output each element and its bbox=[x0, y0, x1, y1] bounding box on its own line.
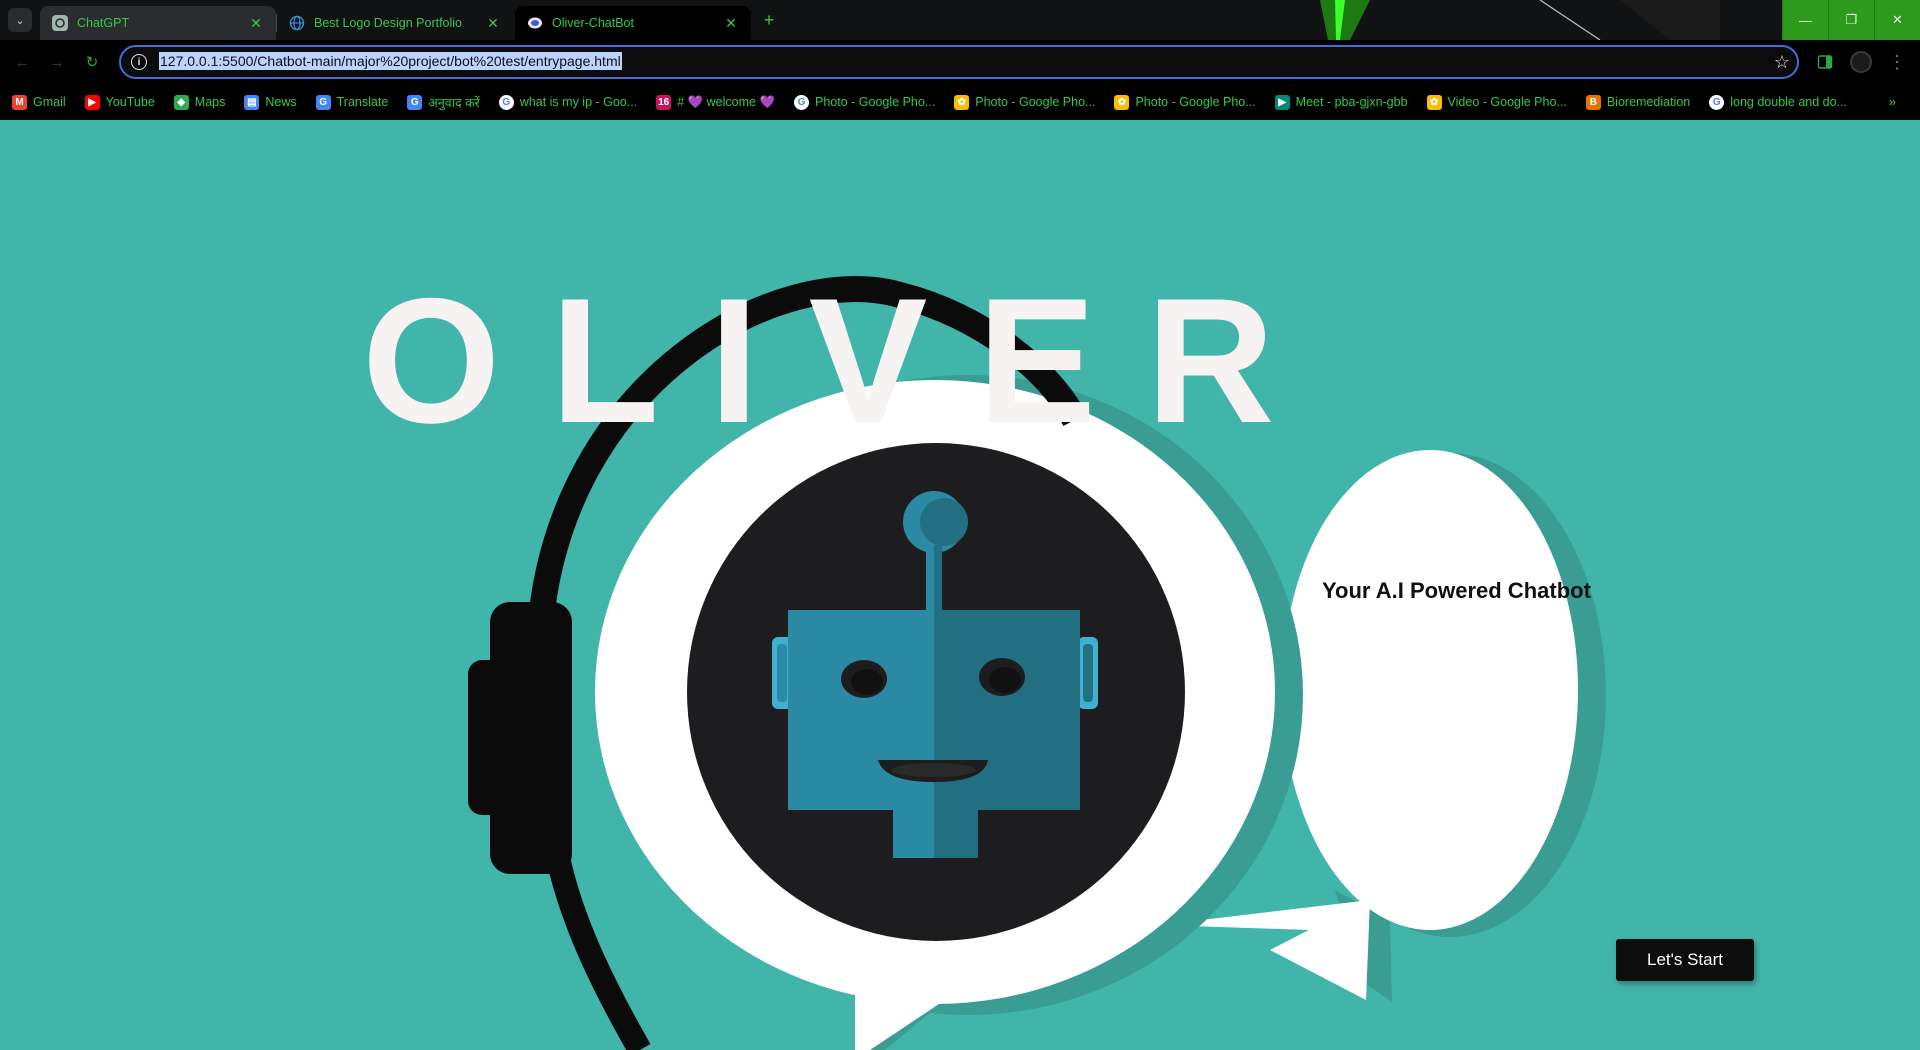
bookmark-item[interactable]: Gwhat is my ip - Goo... bbox=[498, 94, 638, 110]
new-tab-button[interactable]: + bbox=[757, 8, 781, 32]
forward-arrow-icon[interactable]: → bbox=[45, 50, 69, 74]
menu-icon[interactable]: ⋮ bbox=[1882, 48, 1912, 76]
profile-avatar[interactable] bbox=[1846, 48, 1876, 76]
translate-icon: G bbox=[407, 94, 423, 110]
google-icon: G bbox=[1709, 94, 1725, 110]
close-icon[interactable]: ✕ bbox=[483, 15, 503, 32]
browser-toolbar: ← → ↻ i 127.0.0.1:5500/Chatbot-main/majo… bbox=[0, 40, 1920, 84]
robot-icon bbox=[687, 443, 1185, 941]
url-container[interactable]: 127.0.0.1:5500/Chatbot-main/major%20proj… bbox=[147, 52, 1767, 71]
bookmark-item[interactable]: M Gmail bbox=[12, 94, 66, 110]
chatbot-entry-page: OLIVER Your A.I Powered Chatbot Let's St… bbox=[0, 120, 1920, 1050]
bookmark-item[interactable]: 16 # 💜 welcome 💜 bbox=[656, 94, 776, 110]
meet-icon: ▶ bbox=[1274, 94, 1290, 110]
google-icon: G bbox=[794, 94, 810, 110]
page-title: OLIVER bbox=[362, 261, 1325, 460]
reload-icon[interactable]: ↻ bbox=[80, 50, 104, 74]
tagline: Your A.I Powered Chatbot bbox=[1322, 578, 1591, 603]
bookmark-item[interactable]: ▶ Meet - pba-gjxn-gbb bbox=[1274, 94, 1408, 110]
bookmark-label: Translate bbox=[336, 95, 389, 109]
tab-oliver-chatbot[interactable]: Oliver-ChatBot ✕ bbox=[515, 6, 751, 40]
back-arrow-icon[interactable]: ← bbox=[10, 50, 34, 74]
bookmark-item[interactable]: ▤ News bbox=[244, 94, 297, 110]
restore-button[interactable]: ❐ bbox=[1828, 0, 1874, 40]
bookmark-icon: B bbox=[1585, 94, 1601, 110]
close-window-button[interactable]: ✕ bbox=[1874, 0, 1920, 40]
bookmark-label: Photo - Google Pho... bbox=[815, 95, 936, 109]
bookmark-label: Video - Google Pho... bbox=[1447, 95, 1567, 109]
google-photos-icon: ✿ bbox=[1114, 94, 1130, 110]
close-icon[interactable]: ✕ bbox=[721, 15, 741, 32]
bookmark-item[interactable]: G अनुवाद करें bbox=[407, 94, 480, 111]
tab-search-button[interactable]: ⌄ bbox=[8, 8, 32, 32]
tab-strip: ⌄ ChatGPT ✕ Best Logo Design Portfolio ✕… bbox=[0, 0, 1920, 40]
calendar-icon: 16 bbox=[656, 94, 672, 110]
maps-icon: ◆ bbox=[173, 94, 189, 110]
site-info-icon[interactable]: i bbox=[131, 54, 147, 70]
gmail-icon: M bbox=[12, 94, 27, 110]
address-bar[interactable]: i 127.0.0.1:5500/Chatbot-main/major%20pr… bbox=[119, 45, 1799, 79]
bookmark-label: अनुवाद करें bbox=[428, 95, 480, 110]
bookmark-label: News bbox=[265, 95, 297, 109]
google-photos-icon: ✿ bbox=[1426, 94, 1442, 110]
bookmark-item[interactable]: B Bioremediation bbox=[1585, 94, 1691, 110]
bookmark-label: what is my ip - Goo... bbox=[519, 95, 638, 109]
bookmark-label: Gmail bbox=[33, 95, 66, 109]
tab-title: Best Logo Design Portfolio bbox=[314, 16, 463, 30]
bookmark-label: Photo - Google Pho... bbox=[1135, 95, 1256, 109]
url-text[interactable]: 127.0.0.1:5500/Chatbot-main/major%20proj… bbox=[159, 52, 622, 70]
bookmarks-overflow-icon[interactable]: » bbox=[1889, 94, 1896, 109]
bookmark-item[interactable]: G Photo - Google Pho... bbox=[794, 94, 936, 110]
bookmark-label: Maps bbox=[194, 95, 226, 109]
window-controls: — ❐ ✕ bbox=[1782, 0, 1920, 40]
bookmark-item[interactable]: ✿ Video - Google Pho... bbox=[1426, 94, 1567, 110]
bookmark-label: YouTube bbox=[105, 95, 155, 109]
bookmarks-bar: M Gmail ▶ YouTube ◆ Maps ▤ News G Translate G अनुवा… bbox=[0, 84, 1920, 120]
side-panel-icon[interactable] bbox=[1810, 48, 1840, 76]
bookmark-item[interactable]: ✿ Photo - Google Pho... bbox=[954, 94, 1096, 110]
lets-start-button[interactable]: Let's Start bbox=[1616, 939, 1754, 981]
bookmark-label: Photo - Google Pho... bbox=[975, 95, 1096, 109]
bookmark-item[interactable]: ◆ Maps bbox=[173, 94, 226, 110]
tab-title: Oliver-ChatBot bbox=[552, 16, 634, 30]
tab-title: ChatGPT bbox=[77, 16, 130, 30]
translate-icon: G bbox=[315, 94, 331, 110]
bookmark-label: # 💜 welcome 💜 bbox=[677, 94, 776, 109]
google-icon: G bbox=[498, 94, 514, 110]
bookmark-star-icon[interactable]: ☆ bbox=[1767, 52, 1797, 73]
youtube-icon: ▶ bbox=[84, 94, 100, 110]
chatbot-logo-illustration bbox=[468, 276, 1606, 1050]
chatbot-favicon bbox=[528, 17, 542, 29]
bookmark-item[interactable]: G Translate bbox=[315, 94, 389, 110]
globe-icon bbox=[289, 15, 305, 31]
tab-logo-portfolio[interactable]: Best Logo Design Portfolio ✕ bbox=[277, 6, 513, 40]
bookmark-item[interactable]: ▶ YouTube bbox=[84, 94, 155, 110]
bookmark-label: long double and do... bbox=[1730, 95, 1848, 109]
bookmark-label: Bioremediation bbox=[1606, 95, 1691, 109]
tab-chatgpt[interactable]: ChatGPT ✕ bbox=[40, 6, 276, 40]
bookmark-item[interactable]: ✿ Photo - Google Pho... bbox=[1114, 94, 1256, 110]
bookmark-label: Meet - pba-gjxn-gbb bbox=[1295, 95, 1408, 109]
bookmark-item[interactable]: Glong double and do... bbox=[1709, 94, 1848, 110]
google-photos-icon: ✿ bbox=[954, 94, 970, 110]
close-icon[interactable]: ✕ bbox=[246, 15, 266, 32]
chatgpt-icon bbox=[52, 15, 68, 31]
news-icon: ▤ bbox=[244, 94, 260, 110]
minimize-button[interactable]: — bbox=[1782, 0, 1828, 40]
